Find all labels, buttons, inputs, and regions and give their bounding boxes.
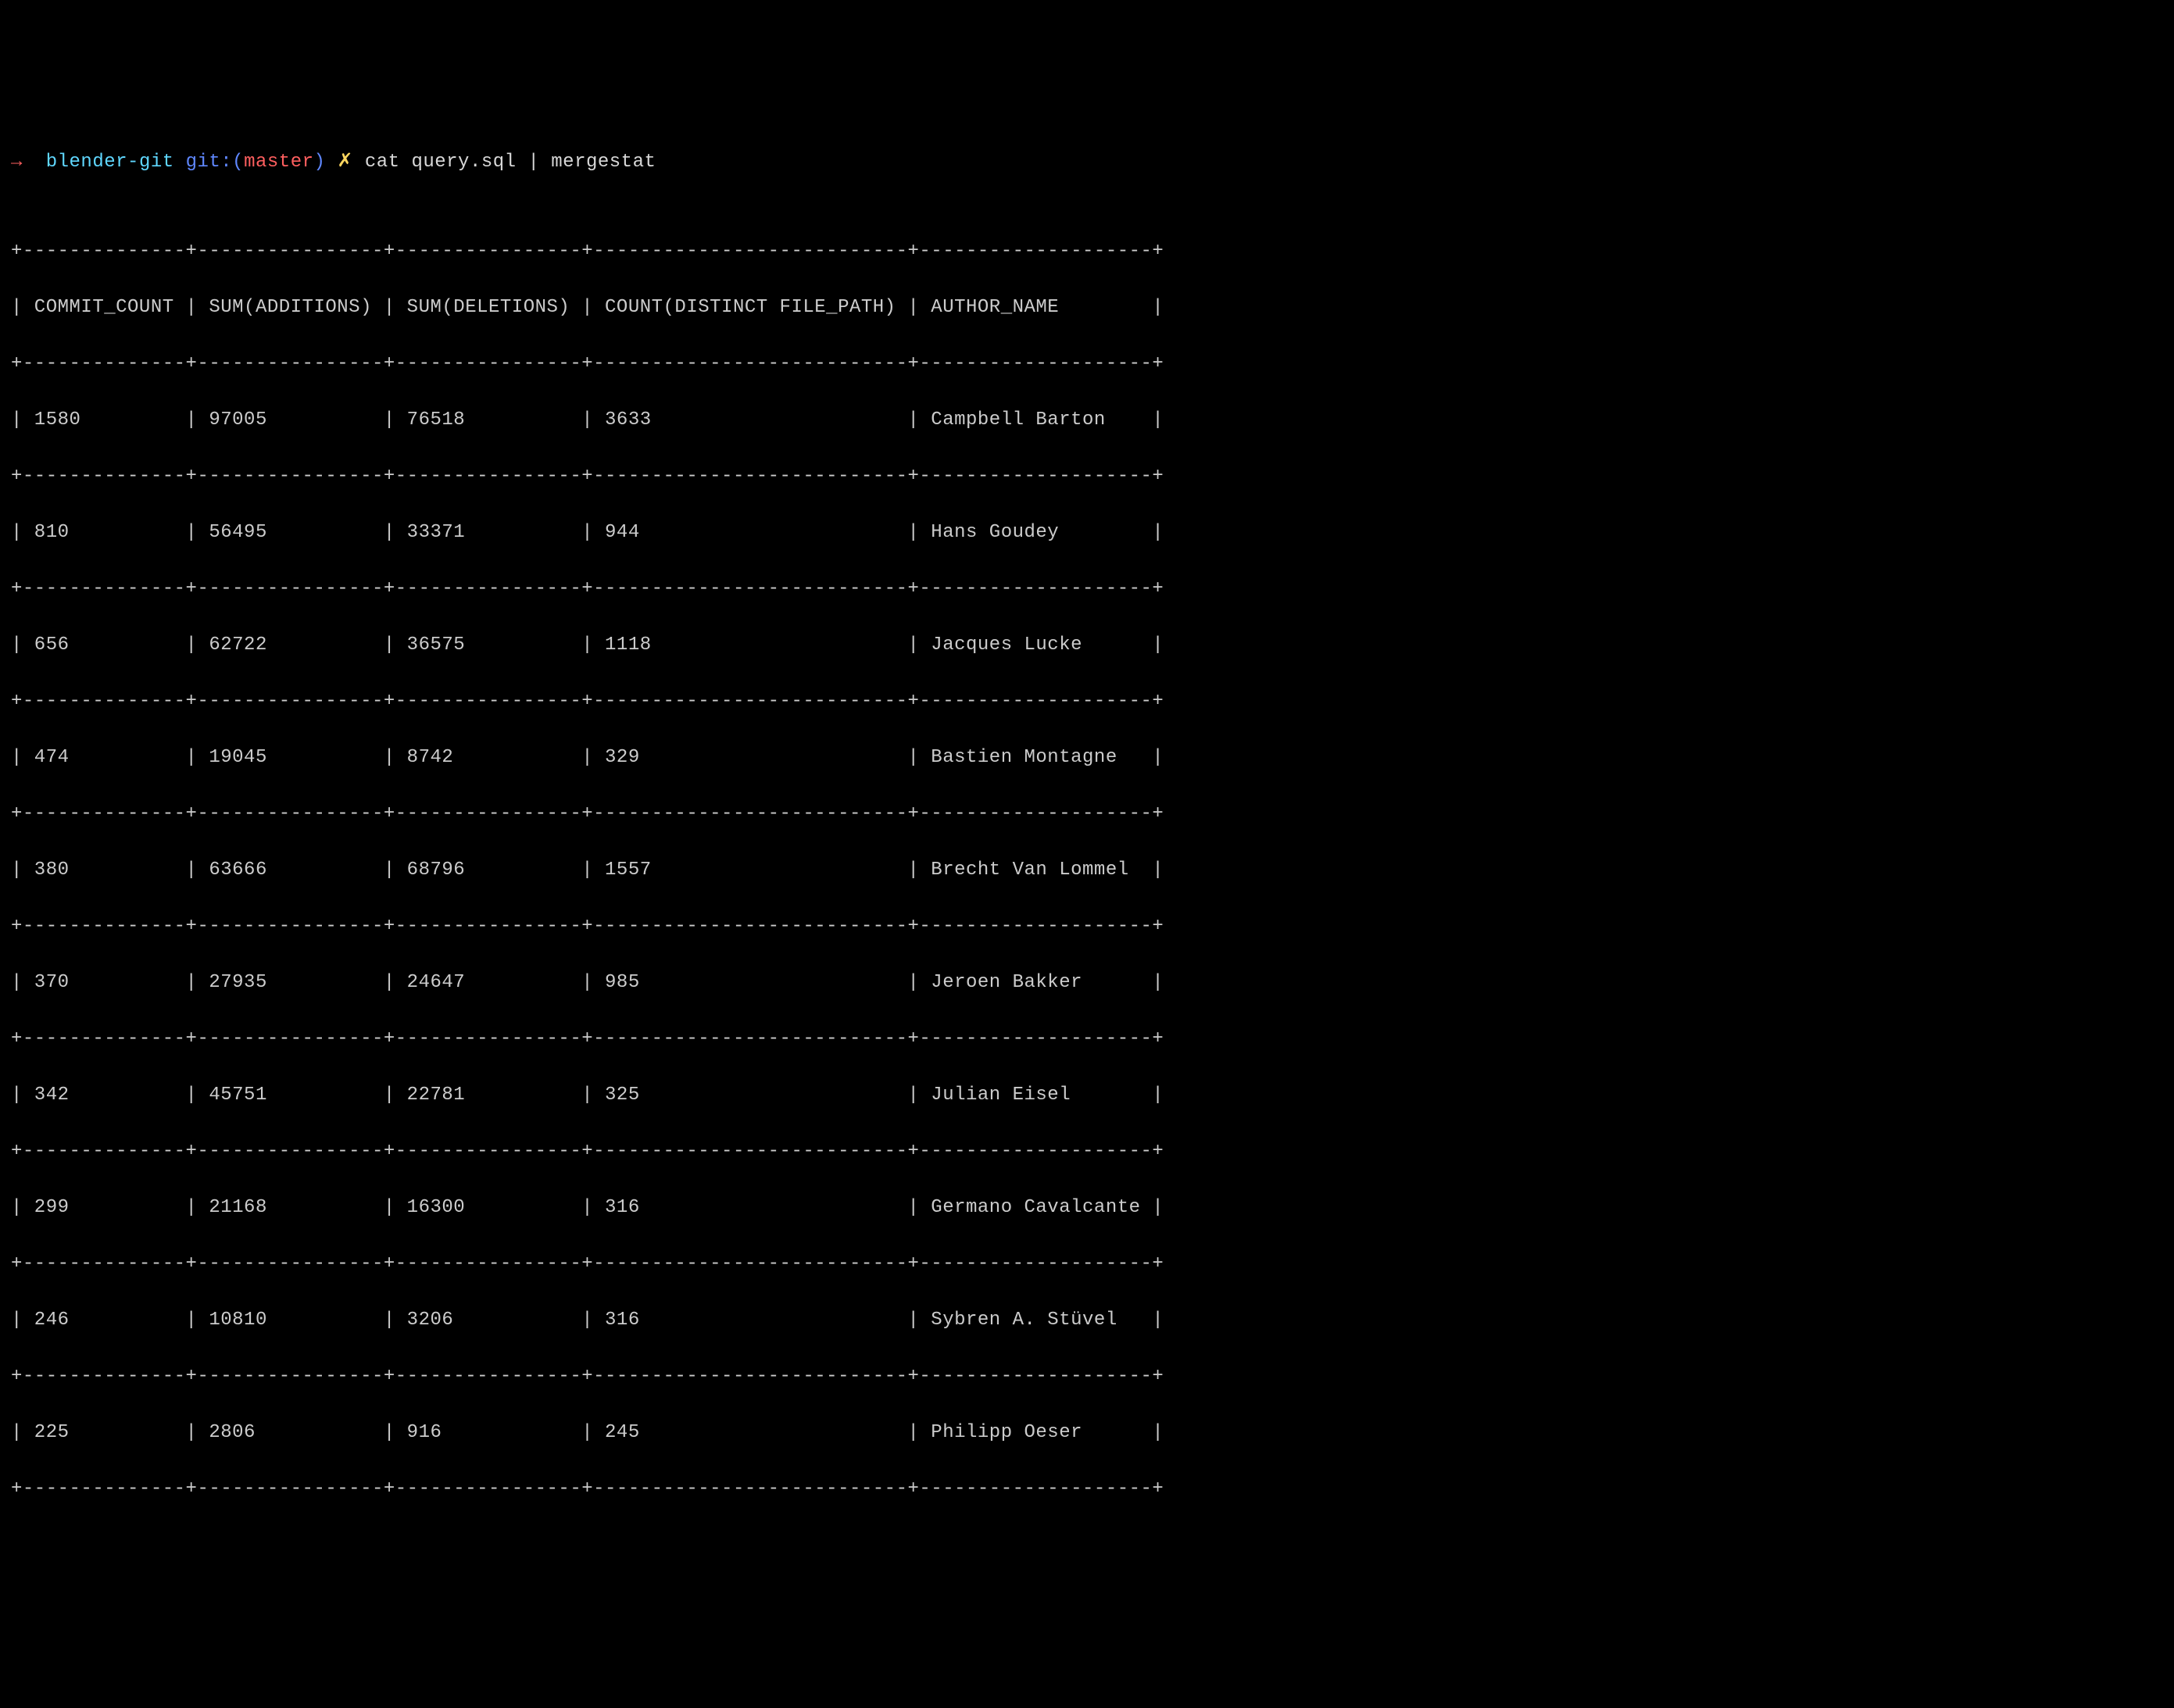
table-separator: +--------------+----------------+-------… — [11, 350, 2163, 378]
table-row: | 370 | 27935 | 24647 | 985 | Jeroen Bak… — [11, 969, 2163, 997]
table-separator: +--------------+----------------+-------… — [11, 463, 2163, 491]
table-separator: +--------------+----------------+-------… — [11, 913, 2163, 941]
git-prefix: git:( — [186, 152, 245, 173]
table-separator: +--------------+----------------+-------… — [11, 238, 2163, 266]
command-text: cat query.sql | mergestat — [365, 152, 656, 173]
table-separator: +--------------+----------------+-------… — [11, 1025, 2163, 1053]
table-row: | 246 | 10810 | 3206 | 316 | Sybren A. S… — [11, 1306, 2163, 1335]
git-branch: master — [244, 152, 313, 173]
table-row: | 474 | 19045 | 8742 | 329 | Bastien Mon… — [11, 744, 2163, 772]
table-row: | 810 | 56495 | 33371 | 944 | Hans Goude… — [11, 519, 2163, 547]
table-row: | 380 | 63666 | 68796 | 1557 | Brecht Va… — [11, 856, 2163, 884]
table-separator: +--------------+----------------+-------… — [11, 575, 2163, 603]
table-header-row: | COMMIT_COUNT | SUM(ADDITIONS) | SUM(DE… — [11, 294, 2163, 322]
table-separator: +--------------+----------------+-------… — [11, 688, 2163, 716]
prompt-arrow-icon: → — [11, 152, 23, 173]
table-separator: +--------------+----------------+-------… — [11, 800, 2163, 828]
table-row: | 299 | 21168 | 16300 | 316 | Germano Ca… — [11, 1194, 2163, 1222]
ascii-table: +--------------+----------------+-------… — [11, 209, 2163, 1531]
table-row: | 342 | 45751 | 22781 | 325 | Julian Eis… — [11, 1081, 2163, 1109]
table-separator: +--------------+----------------+-------… — [11, 1250, 2163, 1278]
terminal-output[interactable]: → blender-git git:(master) ✗ cat query.s… — [0, 120, 2174, 1560]
git-suffix: ) — [314, 152, 326, 173]
table-row: | 225 | 2806 | 916 | 245 | Philipp Oeser… — [11, 1419, 2163, 1447]
prompt-line: → blender-git git:(master) ✗ cat query.s… — [11, 148, 2163, 177]
table-separator: +--------------+----------------+-------… — [11, 1138, 2163, 1166]
table-row: | 656 | 62722 | 36575 | 1118 | Jacques L… — [11, 631, 2163, 659]
table-separator: +--------------+----------------+-------… — [11, 1475, 2163, 1503]
table-separator: +--------------+----------------+-------… — [11, 1363, 2163, 1391]
cwd: blender-git — [46, 152, 174, 173]
dirty-icon: ✗ — [337, 152, 353, 173]
table-row: | 1580 | 97005 | 76518 | 3633 | Campbell… — [11, 406, 2163, 434]
